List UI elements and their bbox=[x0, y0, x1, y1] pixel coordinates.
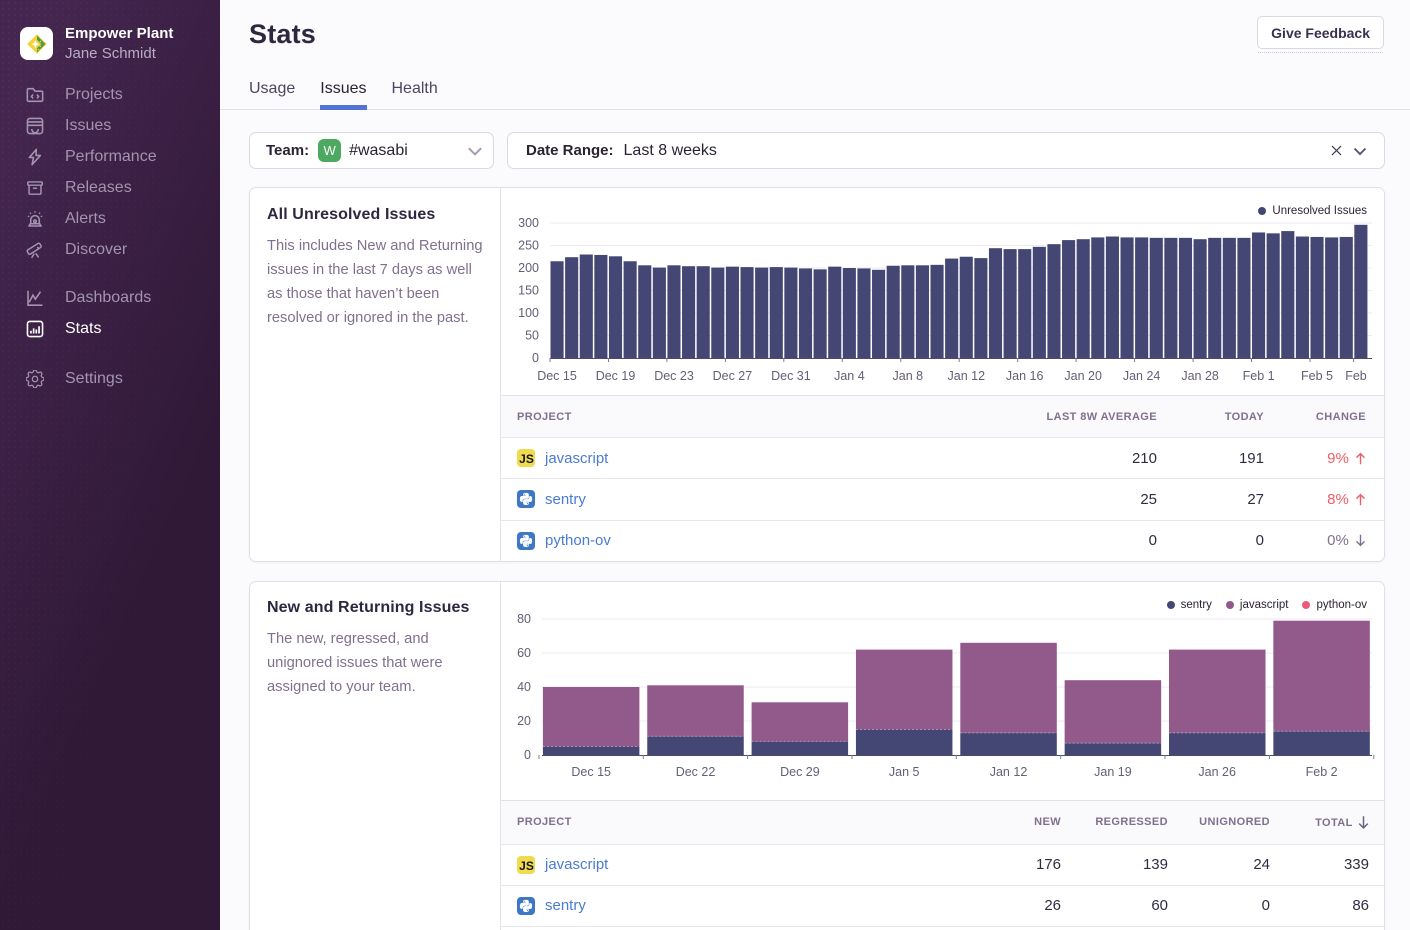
svg-text:Jan 4: Jan 4 bbox=[834, 369, 865, 383]
svg-text:80: 80 bbox=[517, 612, 531, 626]
svg-text:250: 250 bbox=[518, 239, 539, 253]
svg-text:0: 0 bbox=[532, 351, 539, 365]
svg-text:Dec 31: Dec 31 bbox=[771, 369, 811, 383]
svg-text:Jan 26: Jan 26 bbox=[1198, 765, 1236, 779]
svg-text:Dec 19: Dec 19 bbox=[596, 369, 636, 383]
svg-text:Jan 12: Jan 12 bbox=[990, 765, 1028, 779]
svg-text:Jan 24: Jan 24 bbox=[1123, 369, 1161, 383]
svg-text:Dec 23: Dec 23 bbox=[654, 369, 694, 383]
svg-text:Jan 5: Jan 5 bbox=[889, 765, 920, 779]
svg-text:Feb 2: Feb 2 bbox=[1306, 765, 1338, 779]
svg-text:Dec 27: Dec 27 bbox=[713, 369, 753, 383]
svg-text:100: 100 bbox=[518, 306, 539, 320]
svg-text:60: 60 bbox=[517, 646, 531, 660]
svg-text:50: 50 bbox=[525, 329, 539, 343]
svg-text:20: 20 bbox=[517, 714, 531, 728]
svg-text:Feb 5: Feb 5 bbox=[1301, 369, 1333, 383]
svg-text:Jan 28: Jan 28 bbox=[1181, 369, 1219, 383]
svg-text:Dec 15: Dec 15 bbox=[537, 369, 577, 383]
svg-text:0: 0 bbox=[524, 748, 531, 762]
svg-text:Dec 22: Dec 22 bbox=[676, 765, 716, 779]
svg-text:Jan 20: Jan 20 bbox=[1064, 369, 1102, 383]
svg-text:Dec 15: Dec 15 bbox=[571, 765, 611, 779]
svg-text:Jan 16: Jan 16 bbox=[1006, 369, 1044, 383]
svg-text:Jan 8: Jan 8 bbox=[893, 369, 924, 383]
svg-text:Feb 1: Feb 1 bbox=[1243, 369, 1275, 383]
svg-text:Jan 12: Jan 12 bbox=[948, 369, 986, 383]
svg-text:200: 200 bbox=[518, 261, 539, 275]
svg-text:150: 150 bbox=[518, 284, 539, 298]
svg-text:Dec 29: Dec 29 bbox=[780, 765, 820, 779]
svg-text:300: 300 bbox=[518, 216, 539, 230]
svg-text:Feb: Feb bbox=[1345, 369, 1367, 383]
svg-text:Jan 19: Jan 19 bbox=[1094, 765, 1132, 779]
svg-text:40: 40 bbox=[517, 680, 531, 694]
